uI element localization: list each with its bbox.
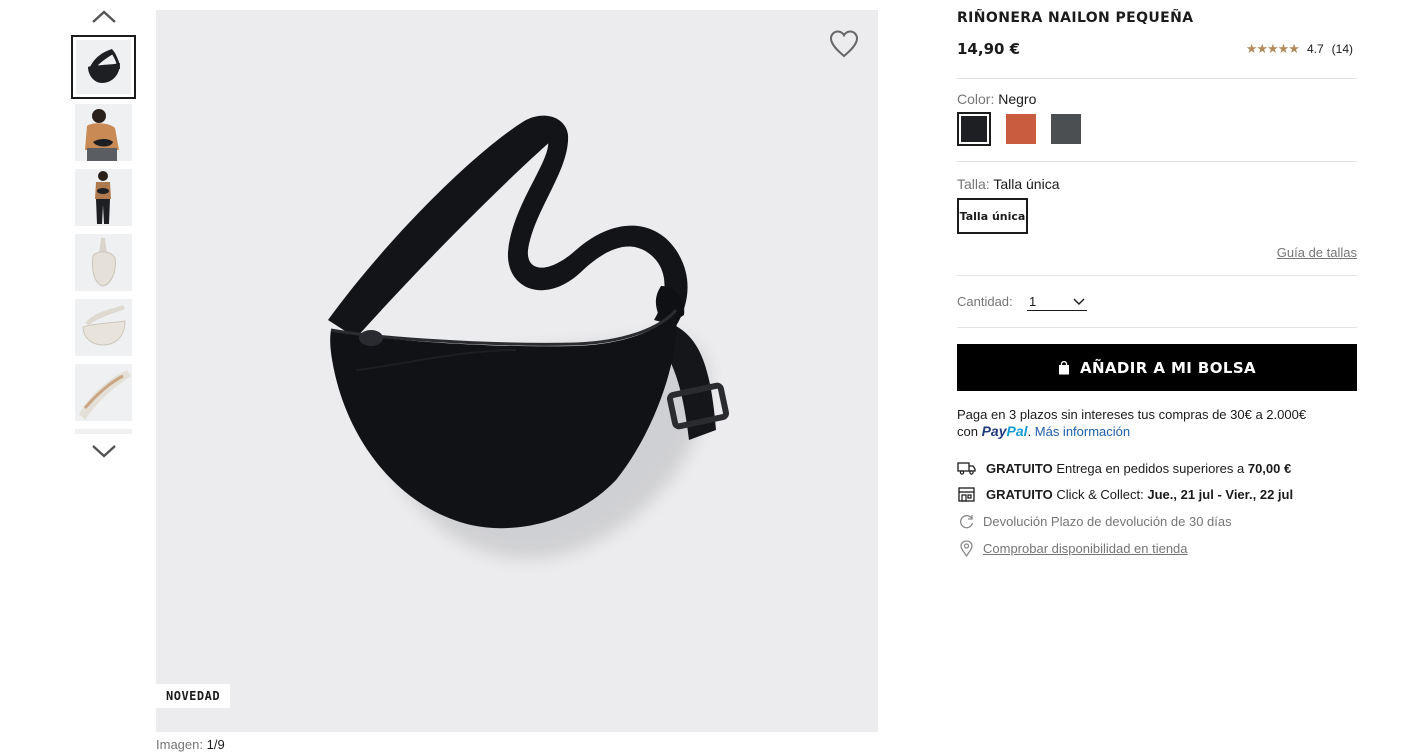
color-value: Negro bbox=[998, 91, 1037, 107]
returns-text: Devolución Plazo de devolución de 30 día… bbox=[983, 513, 1232, 529]
heart-icon bbox=[829, 30, 859, 58]
paypal-text: Paga en 3 plazos sin intereses tus compr… bbox=[957, 407, 1307, 422]
collect-text: Click & Collect: bbox=[1056, 486, 1144, 502]
color-label: Color: bbox=[957, 91, 995, 107]
returns-info-row: Devolución Plazo de devolución de 30 día… bbox=[957, 513, 1232, 529]
thumbnail-7-partial[interactable] bbox=[75, 429, 132, 434]
white-bag-hanging-thumbnail-image bbox=[75, 234, 132, 291]
model-thumbnail-image bbox=[75, 104, 132, 161]
paypal-logo-part1: Pay bbox=[981, 423, 1007, 439]
thumbnail-5[interactable] bbox=[75, 299, 132, 356]
main-product-image[interactable]: NOVEDAD bbox=[156, 10, 878, 732]
rating-count: (14) bbox=[1331, 42, 1353, 56]
color-swatch-gris[interactable] bbox=[1051, 114, 1081, 144]
thumbnail-1[interactable] bbox=[71, 35, 136, 99]
size-guide-link[interactable]: Guía de tallas bbox=[1277, 245, 1357, 260]
chevron-up-icon bbox=[92, 10, 116, 23]
product-title: RIÑONERA NAILON PEQUEÑA bbox=[957, 10, 1194, 26]
black-crossbody-bag-image bbox=[328, 115, 730, 560]
quantity-select[interactable]: 1 bbox=[1027, 293, 1087, 311]
collect-dates: Jue., 21 jul - Vier., 22 jul bbox=[1147, 486, 1294, 502]
check-store-availability-link[interactable]: Comprobar disponibilidad en tienda bbox=[983, 541, 1188, 556]
product-rating[interactable]: ★★★★★ 4.7 (14) bbox=[1246, 41, 1353, 57]
location-pin-icon bbox=[957, 539, 976, 557]
color-swatch-naranja[interactable] bbox=[1006, 114, 1036, 144]
shipping-info-row: GRATUITO Entrega en pedidos superiores a… bbox=[957, 460, 1291, 476]
image-counter: Imagen: 1/9 bbox=[156, 737, 225, 752]
quantity-label: Cantidad: bbox=[957, 294, 1013, 309]
divider bbox=[957, 327, 1357, 328]
thumbnail-scroll-down-button[interactable] bbox=[87, 438, 121, 464]
favorite-button[interactable] bbox=[828, 28, 860, 60]
thumbnail-4[interactable] bbox=[75, 234, 132, 291]
model-full-thumbnail-image bbox=[75, 169, 132, 226]
divider bbox=[957, 275, 1357, 276]
chevron-down-icon bbox=[1073, 298, 1085, 305]
paypal-more-info-link[interactable]: Más información bbox=[1035, 424, 1130, 439]
product-price: 14,90 € bbox=[957, 40, 1021, 58]
shipping-free-label: GRATUITO bbox=[986, 460, 1053, 476]
new-badge: NOVEDAD bbox=[156, 684, 231, 708]
divider bbox=[957, 78, 1357, 79]
shopping-bag-icon bbox=[1058, 360, 1069, 374]
color-swatches bbox=[957, 112, 1081, 146]
add-to-bag-button[interactable]: AÑADIR A MI BOLSA bbox=[957, 344, 1357, 391]
color-swatch-negro[interactable] bbox=[957, 112, 991, 146]
thumbnail-column bbox=[70, 0, 138, 470]
quantity-value: 1 bbox=[1029, 294, 1037, 309]
size-option-button[interactable]: Talla única bbox=[957, 198, 1028, 234]
paypal-logo-part2: Pal bbox=[1006, 423, 1028, 439]
store-icon bbox=[957, 486, 976, 502]
white-bag-thumbnail-image bbox=[75, 299, 132, 356]
shipping-text: Entrega en pedidos superiores a bbox=[1056, 460, 1245, 476]
thumbnail-3[interactable] bbox=[75, 169, 132, 226]
shipping-amount: 70,00 € bbox=[1247, 460, 1292, 476]
color-label-row: Color: Negro bbox=[957, 91, 1036, 107]
paypal-logo: PayPal bbox=[982, 423, 1028, 439]
thumbnail-scroll-up-button[interactable] bbox=[87, 4, 121, 30]
paypal-con: con bbox=[957, 424, 978, 439]
divider bbox=[957, 161, 1357, 162]
click-collect-info-row: GRATUITO Click & Collect: Jue., 21 jul -… bbox=[957, 486, 1293, 502]
add-to-bag-label: AÑADIR A MI BOLSA bbox=[1079, 358, 1257, 377]
return-icon bbox=[957, 513, 976, 529]
bag-thumbnail-image bbox=[87, 49, 120, 83]
size-value: Talla única bbox=[993, 176, 1060, 192]
size-label-row: Talla: Talla única bbox=[957, 176, 1059, 192]
chevron-down-icon bbox=[92, 445, 116, 458]
image-counter-value: 1/9 bbox=[206, 737, 225, 752]
truck-icon bbox=[957, 460, 976, 476]
store-availability-row: Comprobar disponibilidad en tienda bbox=[957, 539, 1188, 557]
collect-free-label: GRATUITO bbox=[986, 486, 1053, 502]
rating-value: 4.7 bbox=[1306, 42, 1324, 56]
thumbnail-2[interactable] bbox=[75, 104, 132, 161]
zipper-detail-thumbnail-image bbox=[75, 364, 132, 421]
size-label: Talla: bbox=[957, 176, 990, 192]
thumbnail-6[interactable] bbox=[75, 364, 132, 421]
rating-stars-icon: ★★★★★ bbox=[1245, 41, 1300, 56]
image-counter-label: Imagen: bbox=[156, 737, 203, 752]
paypal-installments-info: Paga en 3 plazos sin intereses tus compr… bbox=[957, 407, 1307, 439]
